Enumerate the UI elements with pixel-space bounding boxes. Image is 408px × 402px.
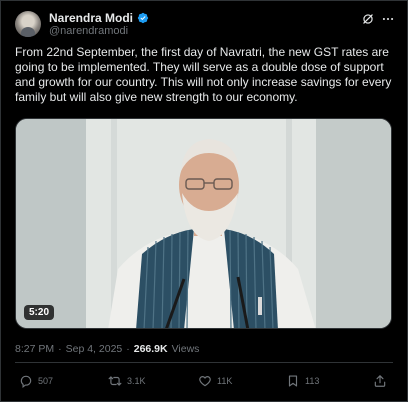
grok-icon[interactable]: [361, 12, 375, 26]
share-icon: [374, 375, 386, 387]
meta-separator: ·: [126, 343, 130, 355]
share-button[interactable]: [373, 374, 387, 388]
meta-separator: ·: [58, 343, 62, 355]
views-count: 266.9K: [133, 343, 168, 355]
tweet-card[interactable]: Narendra Modi @narendramodi From 22nd Se…: [0, 0, 408, 402]
bookmark-icon: [288, 375, 298, 387]
author-name[interactable]: Narendra Modi: [49, 11, 133, 25]
video-player[interactable]: 5:20: [15, 118, 392, 329]
repost-count: 3.1K: [127, 376, 146, 386]
post-meta: 8:27 PM · Sep 4, 2025 · 266.9K Views: [15, 343, 199, 355]
more-icon[interactable]: [381, 12, 395, 26]
post-date[interactable]: Sep 4, 2025: [66, 343, 123, 355]
action-bar: 507 3.1K 11K 113: [15, 371, 393, 393]
like-icon: [199, 376, 211, 387]
repost-icon: [108, 376, 122, 386]
like-button[interactable]: 11K: [198, 374, 232, 388]
author-name-row[interactable]: Narendra Modi: [49, 11, 149, 25]
author-handle[interactable]: @narendramodi: [49, 25, 128, 37]
tweet-header: Narendra Modi @narendramodi: [15, 11, 395, 41]
video-frame: [16, 119, 391, 328]
avatar[interactable]: [15, 11, 41, 37]
repost-button[interactable]: 3.1K: [108, 374, 146, 388]
video-duration-badge: 5:20: [24, 305, 55, 320]
views-label: Views: [171, 343, 200, 355]
reply-button[interactable]: 507: [19, 374, 53, 388]
post-text: From 22nd September, the first day of Na…: [15, 45, 392, 104]
bookmark-button[interactable]: 113: [286, 374, 319, 388]
post-time[interactable]: 8:27 PM: [15, 343, 54, 355]
bookmark-count: 113: [305, 376, 320, 386]
verified-badge-icon: [137, 12, 149, 24]
like-count: 11K: [217, 376, 233, 386]
divider: [15, 362, 393, 363]
reply-icon: [20, 375, 32, 388]
reply-count: 507: [38, 376, 54, 386]
